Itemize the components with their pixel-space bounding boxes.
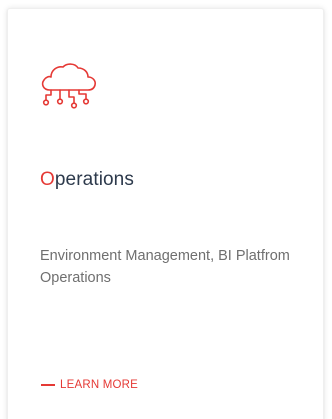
card-title-rest: perations: [54, 169, 134, 190]
service-card-operations: Operations Environment Management, BI Pl…: [7, 8, 324, 419]
learn-more-link[interactable]: LEARN MORE: [41, 379, 138, 391]
card-title: Operations: [40, 169, 134, 191]
card-description: Environment Management, BI Platfrom Oper…: [40, 248, 290, 286]
cloud-network-icon: [38, 59, 98, 117]
page: Operations Environment Management, BI Pl…: [0, 0, 332, 419]
learn-more-label: LEARN MORE: [60, 379, 139, 391]
card-title-first-letter: O: [40, 169, 55, 190]
dash-icon: [41, 384, 55, 386]
